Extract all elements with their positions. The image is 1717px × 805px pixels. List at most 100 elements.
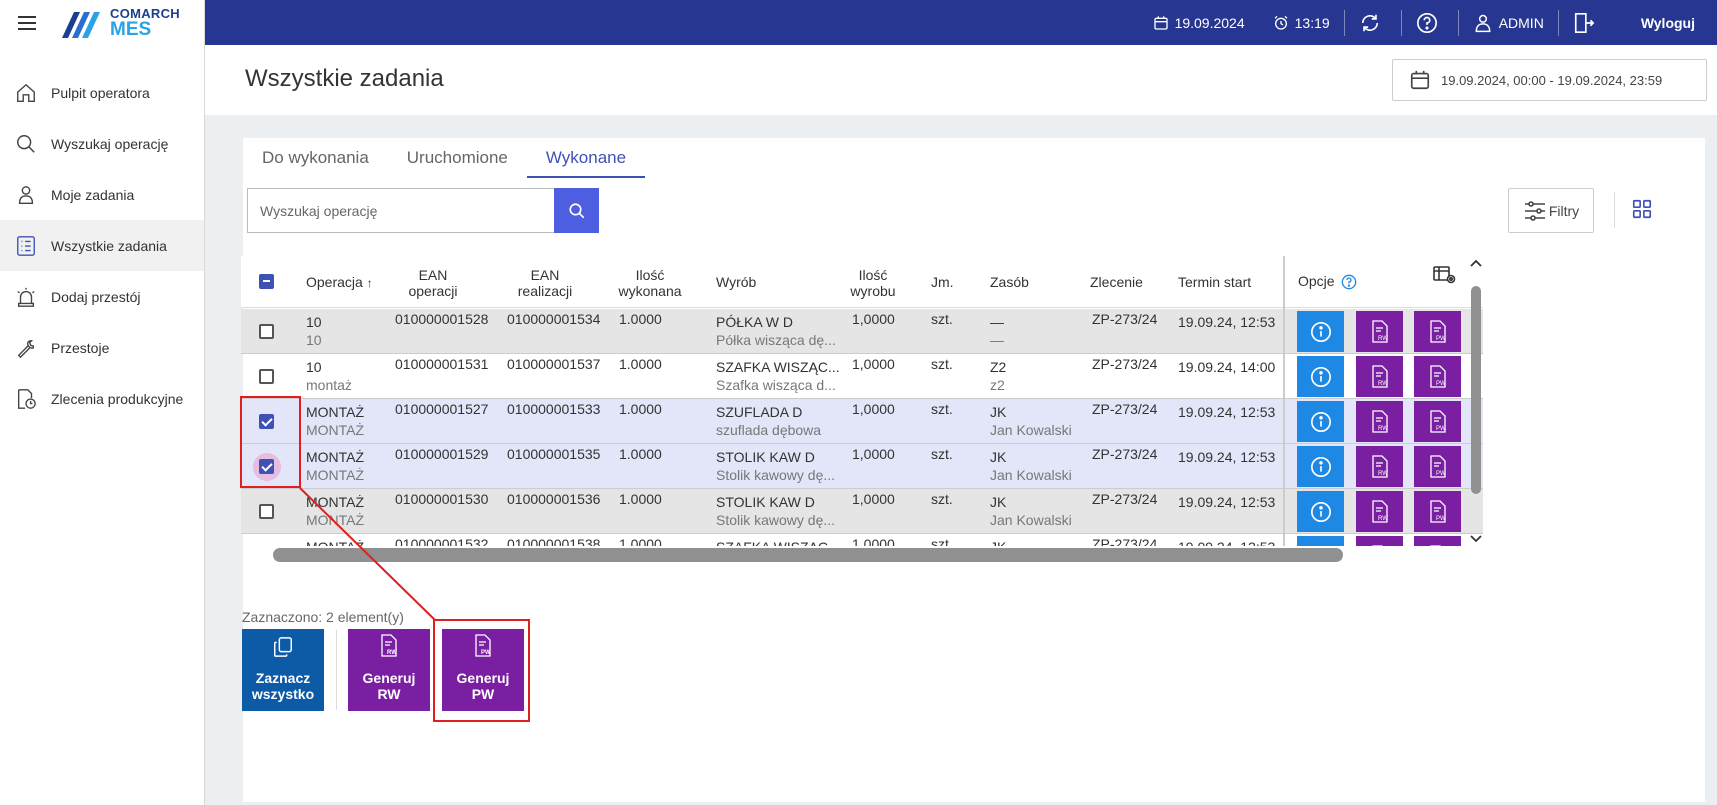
select-all-checkbox[interactable]: [259, 274, 274, 289]
col-ean-operacji[interactable]: EAN operacji: [393, 267, 473, 299]
table-row[interactable]: MONTAŻ MONTAŻ 010000001530 010000001536 1…: [241, 489, 1284, 534]
sidebar-item-label: Moje zadania: [51, 186, 135, 203]
sidebar-item-dodaj-przestoj[interactable]: Dodaj przestój: [0, 271, 204, 322]
topbar-time: 13:19: [1259, 0, 1344, 45]
col-ilosc-wykonana[interactable]: Ilość wykonana: [611, 267, 689, 299]
cell-ilosc-wykonana: 1.0000: [619, 491, 662, 507]
cell-operation: 10 10: [306, 314, 322, 348]
generate-pw-row-button[interactable]: PW: [1414, 446, 1461, 487]
scroll-down-icon[interactable]: [1469, 533, 1483, 545]
generate-rw-row-button[interactable]: RW: [1356, 311, 1403, 352]
col-operation[interactable]: Operacja ↑: [306, 274, 373, 291]
sidebar-item-zlecenia-produkcyjne[interactable]: Zlecenia produkcyjne: [0, 373, 204, 424]
row-checkbox[interactable]: [259, 504, 274, 519]
cell-ean-operacji: 010000001529: [395, 446, 489, 462]
refresh-button[interactable]: [1345, 0, 1401, 45]
table-row[interactable]: MONTAŻ MONTAŻ 010000001527 010000001533 1…: [241, 399, 1284, 444]
table-row[interactable]: MONTAŻ 010000001532 010000001538 1.0000 …: [241, 534, 1284, 546]
document-rw-icon: RW: [1371, 319, 1388, 343]
cell-termin-start: 19.09.24, 12:53: [1178, 494, 1276, 510]
col-termin-start[interactable]: Termin start: [1178, 274, 1251, 290]
horizontal-scrollbar[interactable]: [273, 548, 1343, 562]
table-row[interactable]: 10 montaż 010000001531 010000001537 1.000…: [241, 354, 1284, 399]
generate-rw-row-button[interactable]: RW: [1356, 446, 1403, 487]
scroll-up-icon[interactable]: [1469, 257, 1483, 269]
cell-ean-realizacji: 010000001537: [507, 356, 601, 372]
cell-operation: MONTAŻ MONTAŻ: [306, 404, 365, 438]
generate-pw-row-button[interactable]: PW: [1414, 491, 1461, 532]
generate-pw-row-button[interactable]: PW: [1414, 401, 1461, 442]
generate-rw-row-button[interactable]: RW: [1356, 536, 1403, 546]
table-row[interactable]: 10 10 010000001528 010000001534 1.0000 PÓ…: [241, 309, 1284, 354]
col-zasob[interactable]: Zasób: [990, 274, 1029, 290]
cell-termin-start: 19.09.24, 12:53: [1178, 538, 1275, 546]
calendar-icon: [1153, 15, 1168, 30]
svg-text:PW: PW: [1436, 381, 1446, 387]
sort-asc-icon: ↑: [366, 276, 373, 290]
cell-operation: MONTAŻ MONTAŻ: [306, 494, 365, 528]
logout-icon-button[interactable]: [1559, 0, 1627, 45]
svg-text:RW: RW: [1378, 426, 1388, 432]
help-button[interactable]: [1402, 0, 1458, 45]
vertical-scrollbar[interactable]: [1471, 286, 1481, 494]
sidebar-item-moje-zadania[interactable]: Moje zadania: [0, 169, 204, 220]
generate-pw-row-button[interactable]: PW: [1414, 356, 1461, 397]
info-button[interactable]: [1297, 491, 1344, 532]
info-button[interactable]: [1297, 446, 1344, 487]
search-input[interactable]: [260, 202, 557, 219]
info-button[interactable]: [1297, 311, 1344, 352]
tab-do-wykonania[interactable]: Do wykonania: [243, 138, 388, 178]
search-field: [247, 188, 557, 233]
grid-view-button[interactable]: [1631, 198, 1653, 225]
logo: COMARCH MES: [60, 6, 180, 40]
svg-text:RW: RW: [387, 650, 397, 656]
generate-pw-row-button[interactable]: PW: [1414, 536, 1461, 546]
table-row[interactable]: MONTAŻ MONTAŻ 010000001529 010000001535 1…: [241, 444, 1284, 489]
sidebar-item-pulpit-operatora[interactable]: Pulpit operatora: [0, 67, 204, 118]
current-date: 19.09.2024: [1174, 14, 1245, 31]
document-pw-icon: PW: [1429, 409, 1446, 433]
hamburger-menu-icon[interactable]: [18, 15, 36, 30]
generate-rw-row-button[interactable]: RW: [1356, 356, 1403, 397]
row-checkbox[interactable]: [259, 369, 274, 384]
row-checkbox[interactable]: [259, 324, 274, 339]
sidebar-item-label: Przestoje: [51, 339, 110, 356]
logout-button[interactable]: Wyloguj: [1627, 0, 1717, 45]
col-ilosc-wyrobu[interactable]: Ilość wyrobu: [839, 267, 907, 299]
generate-rw-row-button[interactable]: RW: [1356, 401, 1403, 442]
filters-button[interactable]: Filtry: [1508, 188, 1594, 233]
search-button[interactable]: [554, 188, 599, 233]
document-rw-icon: RW: [1371, 364, 1388, 388]
info-button[interactable]: [1297, 401, 1344, 442]
cell-operation: MONTAŻ: [306, 538, 364, 546]
cell-ean-realizacji: 010000001538: [507, 536, 601, 546]
cell-ean-operacji: 010000001532: [395, 536, 489, 546]
tab-wykonane[interactable]: Wykonane: [526, 138, 646, 178]
info-icon: [1310, 501, 1331, 522]
cell-wyrob: PÓŁKA W D Półka wisząca dę...: [716, 314, 836, 348]
svg-text:RW: RW: [1378, 471, 1388, 477]
sidebar-item-wszystkie-zadania[interactable]: Wszystkie zadania: [0, 220, 204, 271]
sidebar-item-wyszukaj-operacje[interactable]: Wyszukaj operację: [0, 118, 204, 169]
tab-uruchomione[interactable]: Uruchomione: [388, 138, 527, 178]
sidebar-item-przestoje[interactable]: Przestoje: [0, 322, 204, 373]
info-icon: [1310, 321, 1331, 342]
generate-rw-button[interactable]: RW Generuj RW: [348, 629, 430, 711]
cell-ean-realizacji: 010000001534: [507, 311, 601, 327]
grid-icon: [1632, 199, 1652, 219]
column-settings-icon[interactable]: [1433, 264, 1457, 286]
generate-pw-row-button[interactable]: PW: [1414, 311, 1461, 352]
info-button[interactable]: [1297, 356, 1344, 397]
cell-ean-realizacji: 010000001535: [507, 446, 601, 462]
cell-termin-start: 19.09.24, 12:53: [1178, 314, 1276, 330]
help-icon[interactable]: [1341, 274, 1357, 290]
col-wyrob[interactable]: Wyrób: [716, 274, 756, 290]
col-jm[interactable]: Jm.: [931, 274, 954, 290]
select-all-button[interactable]: Zaznacz wszystko: [242, 629, 324, 711]
col-ean-realizacji[interactable]: EAN realizacji: [505, 267, 585, 299]
info-button[interactable]: [1297, 536, 1344, 546]
date-range-picker[interactable]: 19.09.2024, 00:00 - 19.09.2024, 23:59: [1392, 59, 1707, 101]
generate-rw-row-button[interactable]: RW: [1356, 491, 1403, 532]
user-menu[interactable]: ADMIN: [1459, 0, 1558, 45]
col-zlecenie[interactable]: Zlecenie: [1090, 274, 1143, 290]
